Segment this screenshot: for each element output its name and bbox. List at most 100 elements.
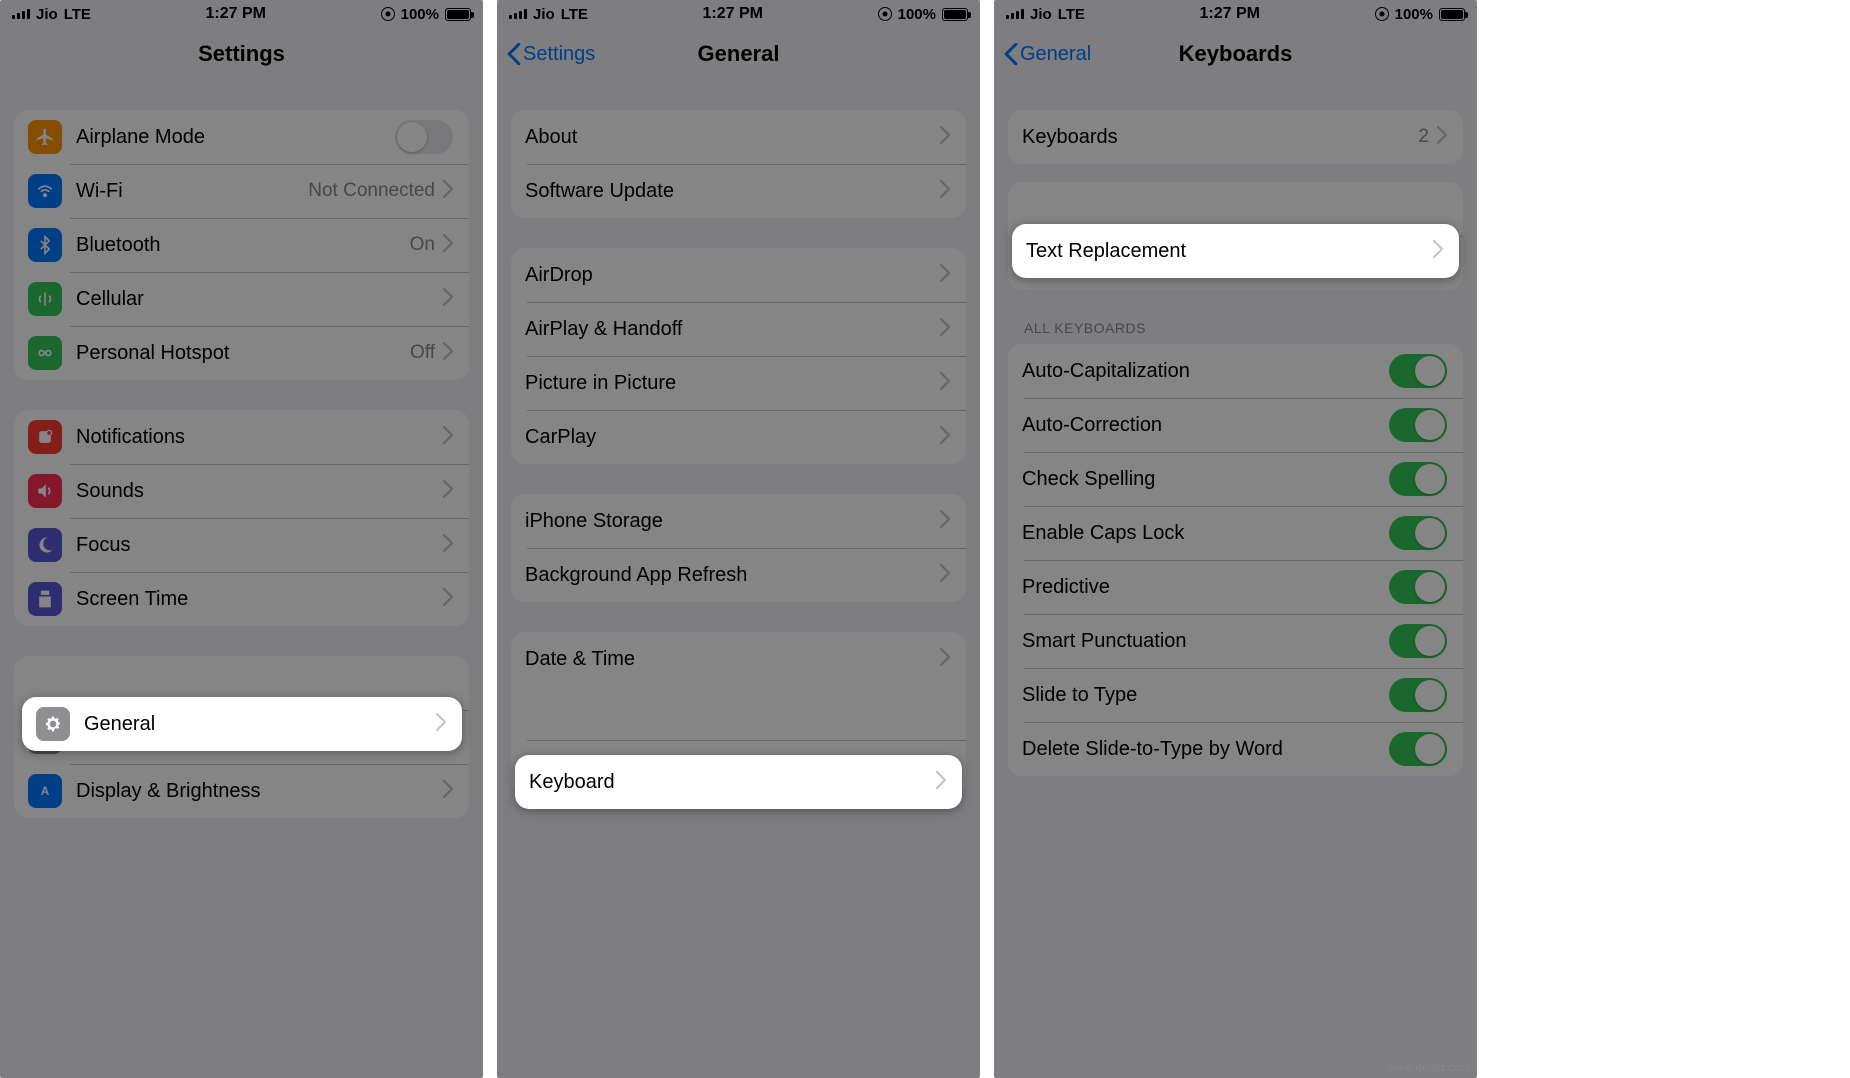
row-keyboards[interactable]: Keyboards2 (1008, 110, 1463, 164)
highlight-keyboard: Keyboard (515, 755, 962, 809)
chevron-right-icon (1433, 240, 1443, 263)
row-airplay[interactable]: AirPlay & Handoff (511, 302, 966, 356)
screen-time-icon (28, 582, 62, 616)
group-airdrop: AirDrop AirPlay & Handoff Picture in Pic… (511, 248, 966, 464)
carrier-label: Jio (533, 6, 555, 23)
chevron-right-icon (443, 342, 453, 365)
caps-label: Enable Caps Lock (1022, 522, 1389, 545)
bluetooth-label: Bluetooth (76, 234, 410, 257)
airplane-toggle[interactable] (395, 120, 453, 154)
bluetooth-icon (28, 228, 62, 262)
group-attention: Notifications Sounds Focus Screen Time (14, 410, 469, 626)
nav-header: Settings General (497, 28, 980, 80)
row-autocorrect[interactable]: Auto-Correction (1008, 398, 1463, 452)
general-label: General (84, 713, 436, 736)
chevron-right-icon (443, 234, 453, 257)
back-button[interactable]: Settings (507, 43, 595, 66)
row-predictive[interactable]: Predictive (1008, 560, 1463, 614)
smart-toggle[interactable] (1389, 624, 1447, 658)
carplay-label: CarPlay (525, 426, 940, 449)
highlight-general: General (22, 697, 462, 751)
row-software-update[interactable]: Software Update (511, 164, 966, 218)
row-hotspot[interactable]: Personal HotspotOff (14, 326, 469, 380)
autocorrect-toggle[interactable] (1389, 408, 1447, 442)
refresh-label: Background App Refresh (525, 564, 940, 587)
slide-toggle[interactable] (1389, 678, 1447, 712)
hotspot-value: Off (410, 342, 435, 364)
row-wifi[interactable]: Wi-FiNot Connected (14, 164, 469, 218)
spell-toggle[interactable] (1389, 462, 1447, 496)
chevron-right-icon (940, 264, 950, 287)
screen-settings: Jio LTE 1:27 PM 100% Settings Airplane M… (0, 0, 483, 1078)
caps-toggle[interactable] (1389, 516, 1447, 550)
battery-icon (942, 8, 968, 21)
bluetooth-value: On (410, 234, 435, 256)
autocap-label: Auto-Capitalization (1022, 360, 1389, 383)
row-cellular[interactable]: Cellular (14, 272, 469, 326)
page-title: Settings (198, 41, 285, 67)
predictive-toggle[interactable] (1389, 570, 1447, 604)
autocap-toggle[interactable] (1389, 354, 1447, 388)
spell-label: Check Spelling (1022, 468, 1389, 491)
row-about[interactable]: About (511, 110, 966, 164)
nav-header: Settings (0, 28, 483, 80)
row-carplay[interactable]: CarPlay (511, 410, 966, 464)
signal-icon (509, 9, 527, 19)
chevron-right-icon (436, 713, 446, 736)
back-label: Settings (523, 43, 595, 66)
location-icon (381, 7, 395, 21)
row-general[interactable]: General (22, 697, 462, 751)
wifi-value: Not Connected (308, 180, 435, 202)
row-focus[interactable]: Focus (14, 518, 469, 572)
delete-slide-toggle[interactable] (1389, 732, 1447, 766)
row-keyboard[interactable]: Keyboard (515, 755, 962, 809)
row-caps[interactable]: Enable Caps Lock (1008, 506, 1463, 560)
focus-icon (28, 528, 62, 562)
row-sounds[interactable]: Sounds (14, 464, 469, 518)
screen-time-label: Screen Time (76, 588, 443, 611)
clock-label: 1:27 PM (703, 5, 763, 23)
group-storage: iPhone Storage Background App Refresh (511, 494, 966, 602)
slide-label: Slide to Type (1022, 684, 1389, 707)
group-about: About Software Update (511, 110, 966, 218)
about-label: About (525, 126, 940, 149)
battery-percent: 100% (401, 6, 439, 23)
row-smart[interactable]: Smart Punctuation (1008, 614, 1463, 668)
carrier-label: Jio (36, 6, 58, 23)
back-button[interactable]: General (1004, 43, 1091, 66)
row-delete-slide[interactable]: Delete Slide-to-Type by Word (1008, 722, 1463, 776)
group-connectivity: Airplane Mode Wi-FiNot Connected Bluetoo… (14, 110, 469, 380)
chevron-right-icon (443, 180, 453, 203)
row-notifications[interactable]: Notifications (14, 410, 469, 464)
row-spell[interactable]: Check Spelling (1008, 452, 1463, 506)
datetime-label: Date & Time (525, 648, 940, 671)
row-storage[interactable]: iPhone Storage (511, 494, 966, 548)
status-bar: JioLTE 1:27 PM 100% (994, 0, 1477, 28)
chevron-right-icon (1437, 126, 1447, 149)
predictive-label: Predictive (1022, 576, 1389, 599)
row-autocap[interactable]: Auto-Capitalization (1008, 344, 1463, 398)
carrier-label: Jio (1030, 6, 1052, 23)
notifications-label: Notifications (76, 426, 443, 449)
chevron-right-icon (936, 771, 946, 794)
gear-icon (36, 707, 70, 741)
row-date-time[interactable]: Date & Time (511, 632, 966, 686)
row-airdrop[interactable]: AirDrop (511, 248, 966, 302)
row-pip[interactable]: Picture in Picture (511, 356, 966, 410)
row-bluetooth[interactable]: BluetoothOn (14, 218, 469, 272)
row-text-replacement[interactable]: Text Replacement (1012, 224, 1459, 278)
sounds-icon (28, 474, 62, 508)
hotspot-icon (28, 336, 62, 370)
row-display[interactable]: ADisplay & Brightness (14, 764, 469, 818)
section-all-keyboards: ALL KEYBOARDS (1024, 320, 1447, 336)
row-screen-time[interactable]: Screen Time (14, 572, 469, 626)
row-refresh[interactable]: Background App Refresh (511, 548, 966, 602)
chevron-right-icon (940, 510, 950, 533)
chevron-right-icon (940, 126, 950, 149)
autocorrect-label: Auto-Correction (1022, 414, 1389, 437)
wifi-label: Wi-Fi (76, 180, 308, 203)
row-airplane-mode[interactable]: Airplane Mode (14, 110, 469, 164)
chevron-right-icon (940, 648, 950, 671)
row-slide[interactable]: Slide to Type (1008, 668, 1463, 722)
location-icon (1375, 7, 1389, 21)
